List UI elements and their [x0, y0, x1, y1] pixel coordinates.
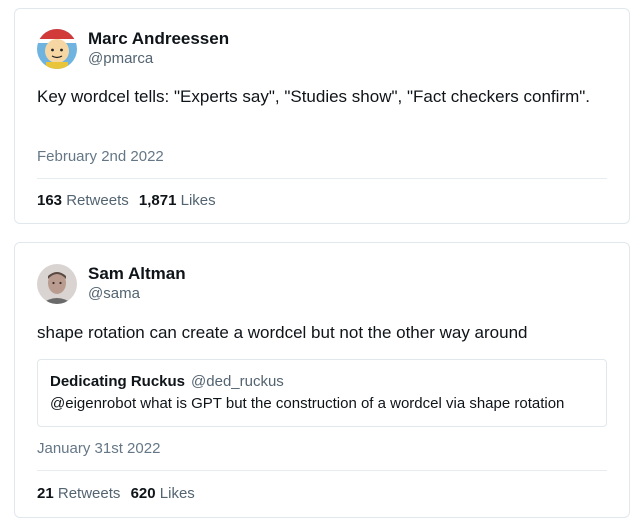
author-handle[interactable]: @sama — [88, 284, 186, 304]
tweet-date[interactable]: January 31st 2022 — [37, 440, 160, 457]
tweet-header: Sam Altman @sama — [37, 264, 186, 304]
tweet-text: shape rotation can create a wordcel but … — [37, 323, 528, 342]
tweet-text: Key wordcel tells: "Experts say", "Studi… — [37, 87, 591, 106]
likes-count: 1,871 — [138, 192, 177, 209]
quoted-tweet[interactable]: Dedicating Ruckus @ded_ruckus @eigenrobot… — [37, 359, 607, 427]
likes-stat[interactable]: 1,871 Likes — [139, 192, 216, 209]
tweet-header: Marc Andreessen @pmarca — [37, 29, 229, 69]
tweet-stats: 163 Retweets 1,871 Likes — [37, 192, 222, 209]
quoted-tweet-header: Dedicating Ruckus @ded_ruckus — [50, 372, 594, 392]
retweets-stat[interactable]: 163 Retweets — [37, 192, 129, 209]
quoted-tweet-text: @eigenrobot what is GPT but the construc… — [50, 395, 565, 412]
author-names: Marc Andreessen @pmarca — [88, 29, 229, 69]
tweet-card[interactable]: Marc Andreessen @pmarca Key wordcel tell… — [14, 8, 630, 224]
likes-count: 620 — [130, 485, 156, 502]
cartoon-avatar-icon[interactable] — [37, 29, 77, 69]
likes-label: Likes — [180, 192, 216, 209]
retweets-count: 163 — [37, 192, 63, 209]
author-name[interactable]: Marc Andreessen — [88, 29, 229, 49]
quoted-author-handle: @ded_ruckus — [191, 373, 284, 390]
tweet-date[interactable]: February 2nd 2022 — [37, 148, 164, 165]
likes-label: Likes — [159, 485, 195, 502]
retweets-label: Retweets — [57, 485, 121, 502]
tweet-stats: 21 Retweets 620 Likes — [37, 485, 201, 502]
likes-stat[interactable]: 620 Likes — [131, 485, 195, 502]
retweets-count: 21 — [37, 485, 54, 502]
quoted-author-name: Dedicating Ruckus — [50, 373, 186, 390]
divider — [37, 470, 607, 471]
divider — [37, 178, 607, 179]
retweets-label: Retweets — [66, 192, 129, 209]
author-handle[interactable]: @pmarca — [88, 49, 229, 69]
author-names: Sam Altman @sama — [88, 264, 186, 304]
retweets-stat[interactable]: 21 Retweets — [37, 485, 120, 502]
tweet-card[interactable]: Sam Altman @sama shape rotation can crea… — [14, 242, 630, 518]
photo-avatar-icon[interactable] — [37, 264, 77, 304]
author-name[interactable]: Sam Altman — [88, 264, 186, 284]
